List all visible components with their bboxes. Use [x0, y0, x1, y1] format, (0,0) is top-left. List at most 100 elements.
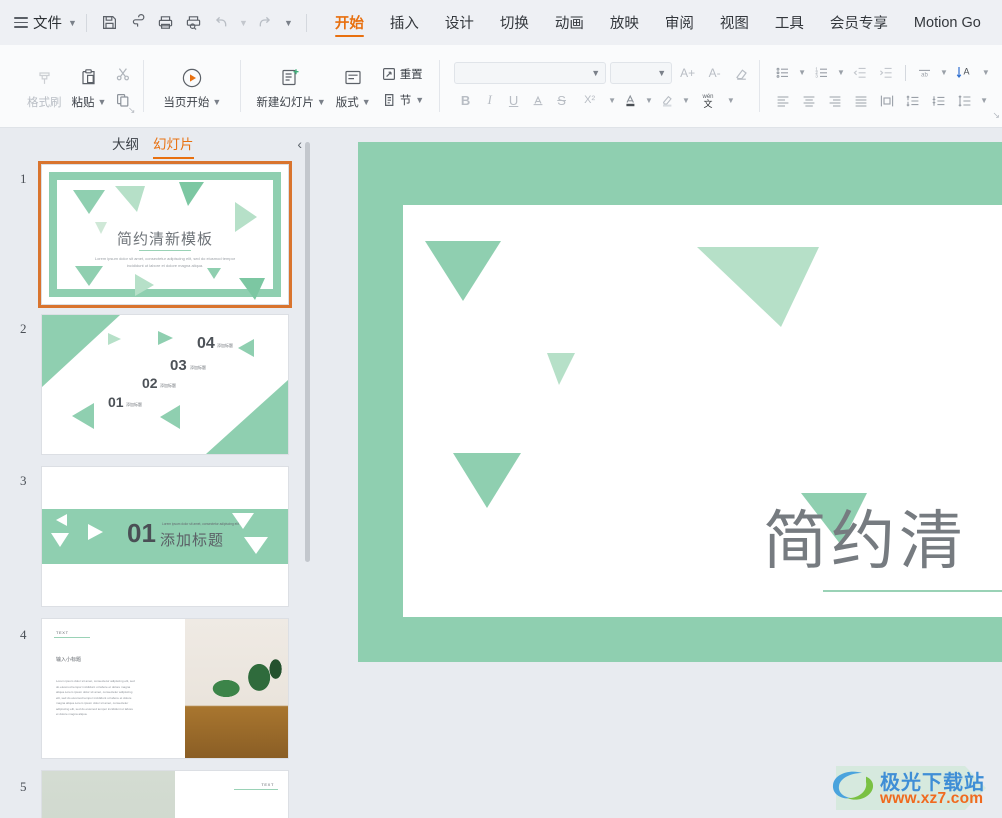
- customize-toolbar-icon[interactable]: ▼: [279, 9, 297, 36]
- slide-number: 3: [20, 473, 27, 488]
- section-button[interactable]: 节 ▼: [376, 89, 429, 111]
- triangle-left: [160, 405, 180, 429]
- slide-thumb-1[interactable]: 简约清新模板 Lorem ipsum dolor sit amet, conse…: [38, 161, 292, 308]
- chevron-down-icon[interactable]: ▼: [796, 68, 808, 77]
- tab-outline[interactable]: 大纲: [112, 133, 139, 157]
- print-preview-icon[interactable]: [180, 9, 207, 36]
- chevron-down-icon[interactable]: ▼: [680, 96, 692, 105]
- slide3-title: 添加标题: [160, 532, 225, 549]
- play-circle-icon: [179, 64, 205, 92]
- slide-content-area[interactable]: 简约清 Lorem ipsum dolor sit amet, co tempo…: [403, 205, 1002, 617]
- tab-slides[interactable]: 幻灯片: [153, 133, 194, 159]
- tab-slideshow[interactable]: 放映: [597, 0, 652, 45]
- numbered-list-icon[interactable]: 1 2 3: [809, 62, 834, 84]
- slide-thumbnail-list[interactable]: 1 简约清新模板 Lorem ipsum dolor sit amet, con…: [0, 161, 320, 818]
- decrease-indent-icon[interactable]: [848, 62, 873, 84]
- pinyin-guide-icon[interactable]: wén 文: [693, 89, 724, 111]
- distribute-icon[interactable]: [874, 90, 899, 112]
- slide1-frame: 简约清新模板 Lorem ipsum dolor sit amet, conse…: [49, 172, 281, 300]
- layout-button[interactable]: 版式 ▼: [331, 60, 376, 114]
- tab-member[interactable]: 会员专享: [817, 0, 901, 45]
- cut-icon[interactable]: [111, 62, 135, 86]
- slide-thumb-5[interactable]: TEXT: [42, 771, 288, 818]
- align-center-icon[interactable]: [796, 90, 821, 112]
- new-slide-text: 新建幻灯片: [256, 96, 314, 109]
- sort-icon[interactable]: A: [951, 62, 979, 84]
- slide-panel-scrollbar[interactable]: [305, 142, 310, 562]
- slide5-kicker-rule: [234, 789, 278, 790]
- paste-button[interactable]: 粘贴 ▼: [67, 60, 112, 114]
- slide-thumbnail-item[interactable]: 3 01 Lorem ipsum dolor sit amet, consect…: [0, 465, 320, 617]
- chevron-down-icon[interactable]: ▼: [606, 96, 618, 105]
- line-spacing-icon[interactable]: [952, 90, 977, 112]
- superscript-button[interactable]: X²: [574, 89, 605, 111]
- shrink-font-button[interactable]: A-: [703, 62, 726, 84]
- chevron-down-icon: ▼: [97, 96, 107, 107]
- italic-button[interactable]: I: [478, 89, 501, 111]
- chevron-down-icon[interactable]: ▼: [978, 96, 990, 105]
- tab-review[interactable]: 审阅: [652, 0, 707, 45]
- highlight-icon[interactable]: [656, 89, 679, 111]
- tab-home[interactable]: 开始: [322, 0, 377, 45]
- increase-indent-icon[interactable]: [874, 62, 899, 84]
- paste-label: 粘贴 ▼: [72, 94, 107, 110]
- slide-thumbnail-item[interactable]: 4 TEXT 输入小标题 Lorem ipsum dolor sit amet,…: [0, 617, 320, 769]
- strikethrough-button[interactable]: S: [550, 89, 573, 111]
- file-menu-button[interactable]: 文件 ▼: [14, 0, 77, 45]
- tab-view[interactable]: 视图: [707, 0, 762, 45]
- tab-motion-go[interactable]: Motion Go: [901, 0, 994, 45]
- clipboard-dialog-launcher[interactable]: ↘: [128, 105, 136, 116]
- save-icon[interactable]: [96, 9, 123, 36]
- line-spacing-down-icon[interactable]: [926, 90, 951, 112]
- bullet-list-icon[interactable]: [770, 62, 795, 84]
- slide-thumbnail-item[interactable]: 5 TEXT: [0, 769, 320, 818]
- grow-font-button[interactable]: A+: [676, 62, 699, 84]
- slide-thumbnail-item[interactable]: 2 04 添加标题 03 添加标题 02 添加标题 01 添加标题: [0, 313, 320, 465]
- align-right-icon[interactable]: [822, 90, 847, 112]
- font-family-select[interactable]: ▼: [454, 62, 607, 84]
- line-spacing-up-icon[interactable]: [900, 90, 925, 112]
- tab-insert[interactable]: 插入: [377, 0, 432, 45]
- slide1-rule: [139, 250, 191, 251]
- tab-design[interactable]: 设计: [432, 0, 487, 45]
- start-from-current-button[interactable]: 当页开始 ▼: [158, 60, 226, 114]
- slide5-image-block: [42, 771, 175, 818]
- slide-thumbnail-item[interactable]: 1 简约清新模板 Lorem ipsum dolor sit amet, con…: [0, 161, 320, 313]
- tab-tools[interactable]: 工具: [762, 0, 817, 45]
- text-direction-icon[interactable]: ab: [912, 62, 937, 84]
- underline-button[interactable]: U: [502, 89, 525, 111]
- format-painter-button[interactable]: 格式刷: [22, 60, 67, 114]
- slide-title[interactable]: 简约清: [763, 490, 967, 582]
- reset-button[interactable]: 重置: [376, 63, 429, 85]
- tab-animation[interactable]: 动画: [542, 0, 597, 45]
- chevron-down-icon[interactable]: ▼: [725, 96, 737, 105]
- slide-canvas[interactable]: 简约清 Lorem ipsum dolor sit amet, co tempo…: [320, 128, 1002, 818]
- chevron-down-icon[interactable]: ▼: [835, 68, 847, 77]
- divider: [305, 13, 307, 32]
- tab-transition[interactable]: 切换: [487, 0, 542, 45]
- font-color-icon[interactable]: [619, 89, 642, 111]
- svg-text:3: 3: [815, 73, 818, 78]
- bold-button[interactable]: B: [454, 89, 477, 111]
- justify-icon[interactable]: [848, 90, 873, 112]
- print-icon[interactable]: [152, 9, 179, 36]
- clear-format-icon[interactable]: [730, 62, 753, 84]
- chevron-down-icon[interactable]: ▼: [643, 96, 655, 105]
- slide4-body: Lorem ipsum dolor sit amet, consectetur …: [56, 679, 135, 717]
- current-slide[interactable]: 简约清 Lorem ipsum dolor sit amet, co tempo…: [358, 142, 1002, 662]
- chevron-down-icon[interactable]: ▼: [980, 68, 992, 77]
- cloud-sync-icon[interactable]: [124, 9, 151, 36]
- paste-icon: [78, 64, 99, 92]
- chevron-down-icon[interactable]: ▼: [938, 68, 950, 77]
- new-slide-button[interactable]: 新建幻灯片 ▼: [251, 60, 330, 114]
- undo-dropdown-icon: ▼: [238, 17, 248, 28]
- divider: [904, 64, 906, 81]
- slide-thumb-3[interactable]: 01 Lorem ipsum dolor sit amet, consectet…: [42, 467, 288, 606]
- align-left-icon[interactable]: [770, 90, 795, 112]
- char-border-icon[interactable]: [526, 89, 549, 111]
- font-dialog-launcher[interactable]: ↘: [992, 110, 1000, 121]
- slide-thumb-4[interactable]: TEXT 输入小标题 Lorem ipsum dolor sit amet, c…: [42, 619, 288, 758]
- slide-thumb-2[interactable]: 04 添加标题 03 添加标题 02 添加标题 01 添加标题: [42, 315, 288, 454]
- chevron-left-icon[interactable]: ‹: [297, 136, 302, 152]
- font-size-select[interactable]: ▼: [610, 62, 673, 84]
